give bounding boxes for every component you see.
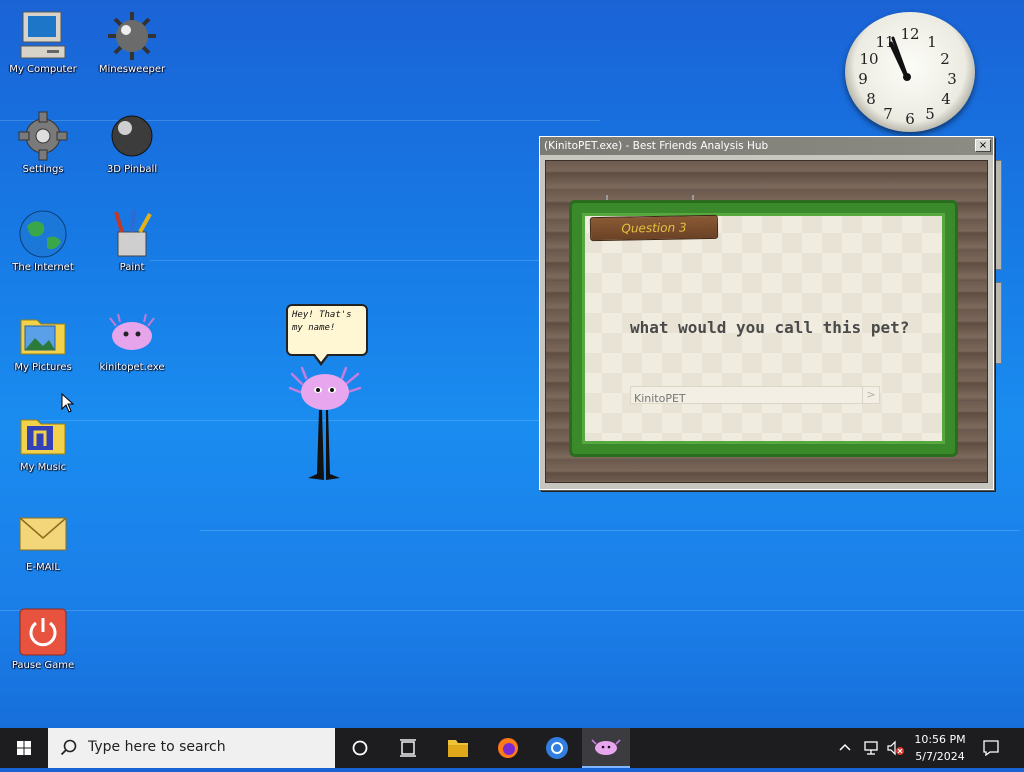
wallpaper-streak [0,610,1024,611]
icon-label: Settings [22,164,64,175]
music-folder-icon [17,408,69,460]
pictures-folder-icon [17,308,69,360]
cortana-circle-icon [352,740,368,756]
desktop-icon-settings[interactable]: Settings [2,110,84,176]
computer-icon [17,10,69,62]
desktop-icon-pause-game[interactable]: Pause Game [2,606,84,672]
chrome-button[interactable] [533,728,581,768]
wood-panel: Question 3 what would you call this pet?… [545,160,988,483]
icon-label: Paint [119,262,145,273]
desktop-icon-kinitopet[interactable]: kinitopet.exe [91,308,173,374]
clock-number: 2 [940,50,950,68]
icon-label: Minesweeper [98,64,166,75]
pet-name-input[interactable] [631,390,862,407]
background-window-edge [994,282,1002,364]
kinitopet-window: (KinitoPET.exe) - Best Friends Analysis … [539,136,994,490]
icon-label: My Computer [9,64,77,75]
window-titlebar[interactable]: (KinitoPET.exe) - Best Friends Analysis … [540,137,993,155]
wallpaper-streak [0,120,600,121]
icon-label: My Music [19,462,67,473]
desktop-icon-paint[interactable]: Paint [91,208,173,274]
gear-icon [17,110,69,162]
question-text: what would you call this pet? [630,318,910,337]
wallpaper-streak [200,530,1020,531]
clock-center [903,73,911,81]
envelope-icon [17,508,69,560]
start-button[interactable] [0,728,48,768]
clock-number: 3 [947,70,957,88]
answer-box: > [630,386,880,407]
task-view-icon [400,739,416,757]
task-view-button[interactable] [384,728,432,768]
window-title: (KinitoPET.exe) - Best Friends Analysis … [544,140,769,152]
power-icon [17,606,69,658]
window-close-button[interactable]: × [975,139,991,152]
clock-number: 12 [900,25,920,43]
search-placeholder: Type here to search [88,739,226,755]
clock-number: 9 [858,70,868,88]
icon-label: 3D Pinball [106,164,158,175]
chevron-up-icon[interactable] [838,741,852,755]
kinitopet-taskbar-button[interactable] [582,728,630,768]
clock-number: 7 [883,105,893,123]
cortana-button[interactable] [336,728,384,768]
clock-number: 8 [866,90,876,108]
volume-muted-icon[interactable] [886,740,906,756]
browser-icon [546,737,568,759]
icon-label: E-MAIL [26,562,60,573]
desktop-icon-my-computer[interactable]: My Computer [2,10,84,76]
mine-icon [106,10,158,62]
question-sign: Question 3 [589,214,719,242]
desktop-icon-the-internet[interactable]: The Internet [2,208,84,274]
kinito-pet-character[interactable] [288,364,368,486]
background-window-edge [994,160,1002,270]
desktop-icon-my-music[interactable]: My Music [2,408,84,474]
clock-number: 1 [927,33,937,51]
globe-icon [17,208,69,260]
clock-number: 6 [905,110,915,128]
clock-number: 5 [925,105,935,123]
pinball-icon [106,110,158,162]
paint-icon [106,208,158,260]
icon-label: Pause Game [11,660,75,671]
folder-icon [448,740,468,757]
speech-bubble-tail-inner [314,353,328,362]
icon-label: kinitopet.exe [99,362,165,373]
analog-clock-widget: 12 1 2 3 4 5 6 7 8 9 10 11 [845,12,975,132]
mouse-cursor-icon [61,393,75,413]
icon-label: My Pictures [14,362,72,373]
desktop-icon-minesweeper[interactable]: Minesweeper [91,10,173,76]
taskbar: Type here to search 10:56 PM 5/7/2024 [0,728,1024,768]
desktop-icon-my-pictures[interactable]: My Pictures [2,308,84,374]
firefox-button[interactable] [484,728,532,768]
taskbar-date[interactable]: 5/7/2024 [910,750,970,763]
clock-number: 10 [859,50,879,68]
speech-bubble: Hey! That's my name! [286,304,368,356]
desktop-icon-3d-pinball[interactable]: 3D Pinball [91,110,173,176]
kinito-icon [106,308,158,360]
network-icon[interactable] [862,740,880,756]
desktop: My Computer Minesweeper Settings 3D Pinb… [0,0,1024,728]
file-explorer-button[interactable] [434,728,482,768]
search-icon [60,739,77,756]
desktop-icon-email[interactable]: E-MAIL [2,508,84,574]
kinito-icon [591,739,621,755]
firefox-icon [498,738,518,758]
taskbar-time[interactable]: 10:56 PM [910,733,970,746]
taskbar-search-box[interactable]: Type here to search [48,728,335,768]
notification-icon[interactable] [982,739,1000,757]
icon-label: The Internet [12,262,74,273]
windows-logo-icon [17,741,31,755]
submit-answer-button[interactable]: > [862,387,879,403]
